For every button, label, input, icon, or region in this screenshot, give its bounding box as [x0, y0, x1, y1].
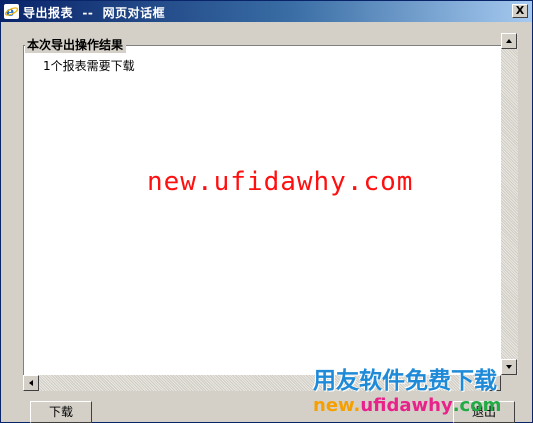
result-message: 1个报表需要下载 — [43, 59, 135, 74]
download-button[interactable]: 下载 — [30, 401, 92, 423]
result-groupbox — [23, 45, 514, 390]
dialog-window: e 导出报表 -- 网页对话框 X 本次导出操作结果 1个报表需要下载 new.… — [0, 0, 533, 423]
scrollbar-corner — [501, 375, 518, 391]
title-bar[interactable]: e 导出报表 -- 网页对话框 X — [1, 1, 532, 22]
scroll-down-button[interactable] — [501, 359, 517, 375]
window-title: 导出报表 -- 网页对话框 — [23, 6, 166, 20]
arrow-left-icon — [29, 380, 33, 386]
vertical-scrollbar[interactable] — [501, 33, 518, 375]
arrow-down-icon — [506, 365, 512, 369]
arrow-up-icon — [506, 39, 512, 43]
watermark-corner-title: 用友软件免费下载 — [313, 368, 497, 394]
watermark-corner-url: new.ufidawhy.com — [313, 395, 501, 416]
scroll-up-button[interactable] — [501, 33, 517, 49]
watermark-url-new: new. — [313, 395, 361, 416]
scroll-left-button[interactable] — [23, 375, 39, 391]
group-legend: 本次导出操作结果 — [25, 38, 127, 53]
watermark-url-domain: ufidawhy — [360, 395, 453, 416]
watermark-center-text: new.ufidawhy.com — [147, 167, 414, 197]
ie-icon: e — [4, 4, 19, 19]
watermark-url-com: .com — [452, 395, 502, 416]
svg-text:e: e — [6, 5, 14, 19]
close-button[interactable]: X — [512, 4, 528, 18]
close-icon: X — [515, 4, 525, 17]
